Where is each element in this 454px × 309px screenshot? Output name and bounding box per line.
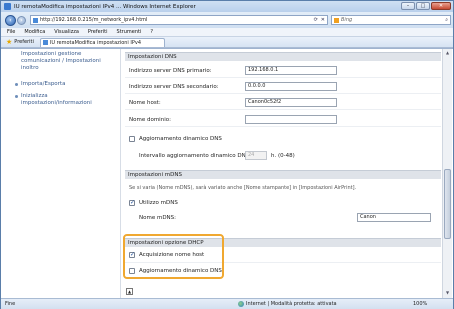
use-mdns-label: Utilizzo mDNS — [139, 200, 178, 206]
status-text: Fine — [5, 301, 16, 307]
menu-help[interactable]: ? — [150, 29, 153, 35]
forward-button[interactable]: › — [17, 15, 26, 25]
dns-section-header: Impostazioni DNS — [125, 52, 441, 61]
sidebar-item-initialize[interactable]: Inizializza impostazioni/informazioni — [15, 93, 113, 107]
maximize-button[interactable]: □ — [416, 2, 430, 10]
dns-secondary-input[interactable]: 0.0.0.0 — [245, 82, 337, 91]
star-icon[interactable]: ★ — [6, 38, 12, 46]
scroll-up-icon[interactable]: ▲ — [444, 50, 451, 57]
scrollbar-thumb[interactable] — [444, 169, 451, 239]
menu-strumenti[interactable]: Strumenti — [117, 29, 142, 35]
search-placeholder: Bing — [341, 17, 353, 23]
dns-interval-unit: h. (0-48) — [271, 153, 295, 159]
refresh-icon[interactable]: ⟳ — [314, 17, 318, 23]
domain-name-label: Nome dominio: — [129, 117, 171, 123]
host-name-input[interactable]: Canon0c52f2 — [245, 98, 337, 107]
address-field[interactable]: http://192.168.0.215/m_network_ipv4.html… — [30, 15, 328, 25]
use-mdns-checkbox[interactable] — [129, 199, 135, 206]
page-content: Impostazioni gestione comunicazioni / Im… — [1, 48, 453, 298]
security-zone[interactable]: Internet | Modalità protetta: attivata — [238, 301, 337, 307]
host-name-label: Nome host: — [129, 100, 161, 106]
domain-name-input[interactable] — [245, 115, 337, 124]
dns-secondary-label: Indirizzo server DNS secondario: — [129, 84, 219, 90]
dns-primary-label: Indirizzo server DNS primario: — [129, 68, 212, 74]
search-input[interactable]: Bing ⌕ — [331, 15, 451, 25]
window-controls: – □ ✕ — [401, 2, 451, 10]
browser-window: IU remotaModifica impostazioni IPv4 ... … — [0, 0, 454, 309]
favorites-label[interactable]: Preferiti — [14, 39, 34, 45]
dns-dynamic-update-checkbox[interactable] — [129, 136, 135, 142]
back-button[interactable]: ‹ — [5, 14, 16, 26]
status-bar: Fine Internet | Modalità protetta: attiv… — [1, 298, 453, 309]
url-text[interactable]: http://192.168.0.215/m_network_ipv4.html — [40, 17, 147, 23]
page-top-icon[interactable]: ▲ — [126, 288, 133, 295]
menu-bar: File Modifica Visualizza Preferiti Strum… — [1, 28, 453, 37]
sidebar-item-import-export[interactable]: Importa/Esporta — [15, 81, 113, 88]
close-button[interactable]: ✕ — [431, 2, 451, 10]
tab-page-icon — [42, 40, 48, 45]
page-icon — [33, 17, 38, 23]
stop-icon[interactable]: ✕ — [321, 17, 325, 23]
mdns-name-input[interactable]: Canon — [357, 213, 431, 222]
dns-primary-input[interactable]: 192.168.0.1 — [245, 66, 337, 75]
scroll-down-icon[interactable]: ▼ — [444, 290, 451, 297]
dns-interval-input[interactable]: 24 — [245, 151, 267, 160]
minimize-button[interactable]: – — [401, 2, 415, 10]
ie-app-icon — [4, 3, 11, 10]
address-toolbar: ‹ › http://192.168.0.215/m_network_ipv4.… — [1, 12, 453, 28]
favorites-bar: ★ Preferiti IU remotaModifica impostazio… — [1, 37, 453, 48]
dns-dynamic-update-label: Aggiornamento dinamico DNS — [139, 136, 222, 142]
zoom-level[interactable]: 100% — [413, 301, 427, 307]
dhcp-highlight-frame — [123, 234, 224, 279]
menu-visualizza[interactable]: Visualizza — [54, 29, 79, 35]
title-bar: IU remotaModifica impostazioni IPv4 ... … — [1, 1, 453, 12]
tab-current[interactable]: IU remotaModifica impostazioni IPv4 — [39, 37, 165, 47]
bullet-icon — [15, 95, 18, 98]
tab-title: IU remotaModifica impostazioni IPv4 — [49, 39, 142, 46]
bullet-icon — [15, 83, 18, 86]
globe-icon — [238, 301, 244, 307]
search-icon[interactable]: ⌕ — [445, 17, 448, 23]
mdns-name-label: Nome mDNS: — [139, 215, 177, 221]
dns-interval-label: Intervallo aggiornamento dinamico DNS: — [139, 153, 252, 159]
window-title: IU remotaModifica impostazioni IPv4 ... … — [14, 3, 196, 10]
sidebar: Impostazioni gestione comunicazioni / Im… — [1, 49, 116, 298]
menu-file[interactable]: File — [7, 29, 15, 35]
menu-preferiti[interactable]: Preferiti — [88, 29, 108, 35]
sidebar-item-comm-settings[interactable]: Impostazioni gestione comunicazioni / Im… — [21, 51, 113, 72]
menu-modifica[interactable]: Modifica — [24, 29, 45, 35]
mdns-note: Se si varia (Nome mDNS), sarà variato an… — [129, 185, 357, 191]
bing-icon — [334, 17, 339, 23]
vertical-scrollbar[interactable]: ▲ ▼ — [442, 49, 452, 298]
mdns-section-header: Impostazioni mDNS — [125, 170, 441, 179]
